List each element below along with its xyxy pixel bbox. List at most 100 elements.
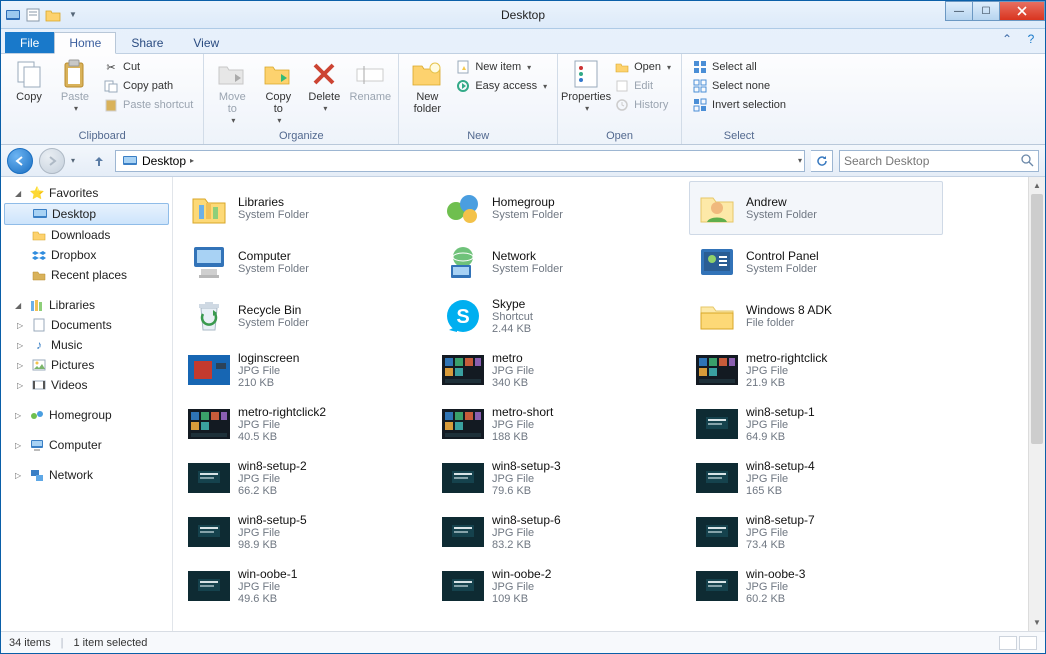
expand-icon[interactable]: ▷ [17,361,27,370]
tab-share[interactable]: Share [116,32,178,53]
breadcrumb-segment[interactable]: Desktop [142,154,186,168]
file-item[interactable]: AndrewSystem Folder [689,181,943,235]
expand-icon[interactable]: ▷ [17,381,27,390]
file-item[interactable]: Control PanelSystem Folder [689,235,943,289]
open-button[interactable]: Open▾ [610,58,675,76]
file-item[interactable]: metro-rightclick2JPG File40.5 KB [181,397,435,451]
delete-button[interactable]: Delete▾ [302,56,346,113]
copy-path-button[interactable]: Copy path [99,77,197,95]
item-size: 73.4 KB [746,539,815,551]
scroll-down-button[interactable]: ▼ [1029,614,1045,631]
item-name: Control Panel [746,249,819,263]
file-item[interactable]: Windows 8 ADKFile folder [689,289,943,343]
paste-button[interactable]: Paste ▾ [53,56,97,113]
search-box[interactable]: Search Desktop [839,150,1039,172]
file-item[interactable]: win8-setup-1JPG File64.9 KB [689,397,943,451]
vertical-scrollbar[interactable]: ▲ ▼ [1028,177,1045,631]
details-view-button[interactable] [999,636,1017,650]
file-item[interactable]: loginscreenJPG File210 KB [181,343,435,397]
file-item[interactable]: win-oobe-2JPG File109 KB [435,559,689,613]
move-to-button[interactable]: Move to▾ [210,56,254,125]
file-item[interactable]: NetworkSystem Folder [435,235,689,289]
expand-icon[interactable]: ▷ [17,341,27,350]
help-icon[interactable]: ? [1023,31,1039,47]
file-item[interactable]: win8-setup-7JPG File73.4 KB [689,505,943,559]
file-item[interactable]: win8-setup-6JPG File83.2 KB [435,505,689,559]
file-item[interactable]: metro-rightclickJPG File21.9 KB [689,343,943,397]
properties-button[interactable]: Properties▾ [564,56,608,113]
item-type: JPG File [238,419,326,431]
forward-button[interactable] [39,148,65,174]
rename-button[interactable]: Rename [348,56,392,103]
expand-icon[interactable]: ▷ [15,441,25,450]
file-item[interactable]: win-oobe-3JPG File60.2 KB [689,559,943,613]
history-button[interactable]: History [610,96,675,114]
file-item[interactable]: ComputerSystem Folder [181,235,435,289]
file-item[interactable]: HomegroupSystem Folder [435,181,689,235]
address-bar[interactable]: Desktop ▸ ▾ [115,150,805,172]
sidebar-pictures[interactable]: ▷Pictures [1,355,172,375]
chevron-down-icon: ▾ [74,104,78,113]
group-organize-label: Organize [210,129,392,144]
sidebar-homegroup[interactable]: ▷Homegroup [1,405,172,425]
cut-button[interactable]: ✂Cut [99,58,197,76]
minimize-button[interactable]: — [945,1,973,21]
tab-home[interactable]: Home [54,32,116,54]
file-item[interactable]: metro-shortJPG File188 KB [435,397,689,451]
collapse-icon[interactable]: ◢ [15,189,25,198]
chevron-right-icon[interactable]: ▸ [190,156,194,165]
user-icon [696,187,738,229]
sidebar-desktop[interactable]: Desktop [4,203,169,225]
file-item[interactable]: LibrariesSystem Folder [181,181,435,235]
up-button[interactable] [89,151,109,171]
edit-button[interactable]: Edit [610,77,675,95]
file-item[interactable]: win-oobe-1JPG File49.6 KB [181,559,435,613]
sidebar-music[interactable]: ▷♪Music [1,335,172,355]
select-all-button[interactable]: Select all [688,58,790,76]
file-item[interactable]: win8-setup-5JPG File98.9 KB [181,505,435,559]
select-none-button[interactable]: Select none [688,77,790,95]
expand-icon[interactable]: ▷ [15,471,25,480]
sidebar-videos[interactable]: ▷Videos [1,375,172,395]
sidebar-documents[interactable]: ▷Documents [1,315,172,335]
easy-access-button[interactable]: Easy access▾ [451,77,551,95]
file-item[interactable]: metroJPG File340 KB [435,343,689,397]
sidebar-libraries[interactable]: ◢Libraries [1,295,172,315]
maximize-button[interactable]: ☐ [972,1,1000,21]
file-item[interactable]: win8-setup-3JPG File79.6 KB [435,451,689,505]
sidebar-favorites[interactable]: ◢⭐Favorites [1,183,172,203]
expand-icon[interactable]: ▷ [15,411,25,420]
scroll-thumb[interactable] [1031,194,1043,444]
expand-icon[interactable]: ▷ [17,321,27,330]
new-folder-button[interactable]: New folder [405,56,449,115]
tiles-view-button[interactable] [1019,636,1037,650]
sidebar-recent[interactable]: Recent places [1,265,172,285]
close-button[interactable] [999,1,1045,21]
collapse-icon[interactable]: ◢ [15,301,25,310]
refresh-button[interactable] [811,150,833,172]
item-type: JPG File [238,473,307,485]
new-item-button[interactable]: New item▾ [451,58,551,76]
address-dropdown-icon[interactable]: ▾ [798,156,802,165]
sidebar-computer[interactable]: ▷Computer [1,435,172,455]
minimize-ribbon-icon[interactable]: ⌃ [999,31,1015,47]
file-item[interactable]: win8-setup-4JPG File165 KB [689,451,943,505]
sidebar-network[interactable]: ▷Network [1,465,172,485]
tab-view[interactable]: View [178,32,234,53]
file-item[interactable]: Recycle BinSystem Folder [181,289,435,343]
back-button[interactable] [7,148,33,174]
file-item[interactable]: SSkypeShortcut2.44 KB [435,289,689,343]
tab-file[interactable]: File [5,32,54,53]
qat-dropdown-icon[interactable]: ▼ [65,7,81,23]
paste-shortcut-button[interactable]: Paste shortcut [99,96,197,114]
invert-selection-button[interactable]: Invert selection [688,96,790,114]
recent-locations-button[interactable]: ▾ [71,156,83,165]
folder-qat-icon[interactable] [45,7,61,23]
properties-qat-icon[interactable] [25,7,41,23]
sidebar-dropbox[interactable]: Dropbox [1,245,172,265]
sidebar-downloads[interactable]: Downloads [1,225,172,245]
copy-to-button[interactable]: Copy to▾ [256,56,300,125]
file-item[interactable]: win8-setup-2JPG File66.2 KB [181,451,435,505]
scroll-up-button[interactable]: ▲ [1029,177,1045,194]
copy-button[interactable]: Copy [7,56,51,103]
